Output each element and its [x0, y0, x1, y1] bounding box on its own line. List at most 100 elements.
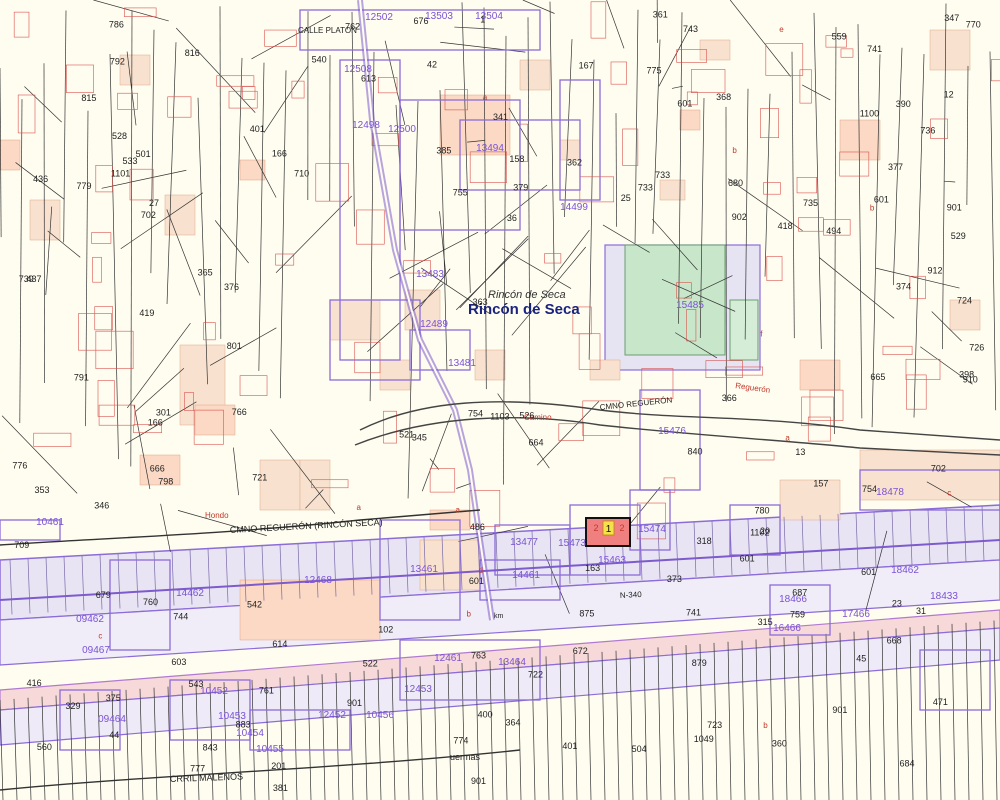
- parcel-label: 687: [792, 587, 807, 597]
- cadastral-map[interactable]: 1 2 2 Rincón de Seca Rincón de Seca CMNO…: [0, 0, 1000, 800]
- parcel-label-purple: 13483: [416, 269, 444, 280]
- building-block: [519, 59, 551, 91]
- parcel-label: 540: [312, 54, 327, 64]
- parcel-label: 744: [173, 612, 188, 622]
- place-name-italic: Rincón de Seca: [488, 289, 566, 301]
- subparcel-label: a: [483, 93, 488, 102]
- selected-parcel-sub-a: 2: [593, 523, 598, 533]
- parcel-label: 843: [203, 743, 218, 753]
- parcel-label: 774: [453, 736, 468, 746]
- parcel-label-purple: 13503: [425, 11, 453, 22]
- parcel-label: 1102: [750, 528, 769, 538]
- parcel-label: 901: [832, 705, 847, 715]
- parcel-label-purple: 18433: [930, 591, 958, 602]
- parcel-label-purple: 12502: [365, 12, 393, 23]
- parcel-label: 726: [969, 342, 984, 352]
- subparcel-label: a: [456, 505, 461, 514]
- parcel-label: 721: [252, 472, 267, 482]
- parcel-label: 365: [198, 267, 213, 277]
- parcel-label: 375: [106, 693, 121, 703]
- parcel-label: 702: [931, 463, 946, 473]
- field-grass-side: [729, 299, 759, 361]
- parcel-label: 754: [862, 484, 877, 494]
- building-block: [474, 349, 506, 381]
- parcel-label: 366: [722, 393, 737, 403]
- parcel-label: 901: [471, 776, 486, 786]
- building-block: [699, 39, 731, 61]
- parcel-label: 776: [12, 460, 27, 470]
- building-block: [29, 199, 61, 241]
- parcel-label: 31: [916, 606, 926, 616]
- building-block: [379, 359, 411, 391]
- parcel-label: 762: [345, 21, 360, 31]
- map-canvas[interactable]: 1 2 2 Rincón de Seca Rincón de Seca CMNO…: [0, 0, 1000, 800]
- parcel-label: 760: [143, 597, 158, 607]
- parcel-label: 44: [109, 730, 119, 740]
- parcel-label-purple: 10456: [366, 710, 394, 721]
- parcel-label: 504: [632, 744, 647, 754]
- parcel-label: 522: [363, 659, 378, 669]
- parcel-label: 601: [740, 553, 755, 563]
- parcel-label-purple: 10461: [36, 517, 64, 528]
- parcel-label: 25: [621, 193, 631, 203]
- parcel-label: 672: [573, 646, 588, 656]
- parcel-label: 471: [933, 697, 948, 707]
- parcel-label: 665: [870, 372, 885, 382]
- parcel-label: 529: [951, 231, 966, 241]
- subparcel-label: b: [870, 204, 875, 213]
- parcel-label: 36: [507, 213, 517, 223]
- subparcel-label: c: [947, 489, 951, 498]
- parcel-label: 780: [754, 506, 769, 516]
- parcel-label: 801: [227, 341, 242, 351]
- parcel-label: 724: [957, 295, 972, 305]
- parcel-label: 341: [493, 112, 508, 122]
- parcel-label: 733: [655, 170, 670, 180]
- parcel-label-purple: 13481: [448, 358, 476, 369]
- parcel-label: 733: [638, 182, 653, 192]
- parcel-label: 158: [509, 154, 524, 164]
- parcel-label: 12: [944, 89, 954, 99]
- parcel-label: 542: [247, 599, 262, 609]
- building-block: [299, 459, 331, 511]
- parcel-label: 376: [224, 282, 239, 292]
- subparcel-label: c: [98, 632, 102, 641]
- parcel-label: 400: [478, 710, 493, 720]
- parcel-label: 816: [185, 48, 200, 58]
- parcel-label: 601: [469, 576, 484, 586]
- parcel-label: 901: [347, 698, 362, 708]
- road-label-n340: N-340: [620, 590, 643, 600]
- subparcel-label: a: [356, 503, 361, 512]
- selected-parcel[interactable]: 1 2 2: [585, 517, 631, 547]
- parcel-label: 1: [480, 14, 485, 24]
- parcel-label: 754: [468, 409, 483, 419]
- parcel-label-purple: 13477: [510, 537, 538, 548]
- parcel-label: 614: [272, 639, 287, 649]
- parcel-label: 902: [732, 212, 747, 222]
- subparcel-label: b: [467, 610, 472, 619]
- parcel-label: 601: [677, 98, 692, 108]
- parcel-label-purple: 18478: [876, 487, 904, 498]
- parcel-label: 763: [471, 651, 486, 661]
- parcel-label: 102: [378, 624, 393, 634]
- subparcel-label: e: [779, 25, 784, 34]
- building-block: [679, 109, 701, 131]
- parcel-label: 379: [513, 182, 528, 192]
- parcel-label: 679: [96, 590, 111, 600]
- parcel-label-purple: 09464: [98, 714, 126, 725]
- parcel-label: 374: [896, 282, 911, 292]
- parcel-label: 791: [74, 372, 89, 382]
- parcel-label-purple: 15463: [598, 555, 626, 566]
- parcel-label-purple: 14462: [176, 588, 204, 599]
- parcel-label: 736: [920, 125, 935, 135]
- parcel-label: 401: [562, 741, 577, 751]
- subparcel-label: b: [763, 721, 768, 730]
- building-block: [329, 299, 381, 341]
- parcel-label-purple: 16466: [773, 623, 801, 634]
- parcel-label: 770: [966, 19, 981, 29]
- parcel-label: 353: [35, 485, 50, 495]
- parcel-label: 786: [109, 19, 124, 29]
- parcel-label: 559: [832, 31, 847, 41]
- parcel-label: 315: [758, 617, 773, 627]
- parcel-label: 377: [888, 162, 903, 172]
- selected-parcel-sub-b: 2: [619, 523, 624, 533]
